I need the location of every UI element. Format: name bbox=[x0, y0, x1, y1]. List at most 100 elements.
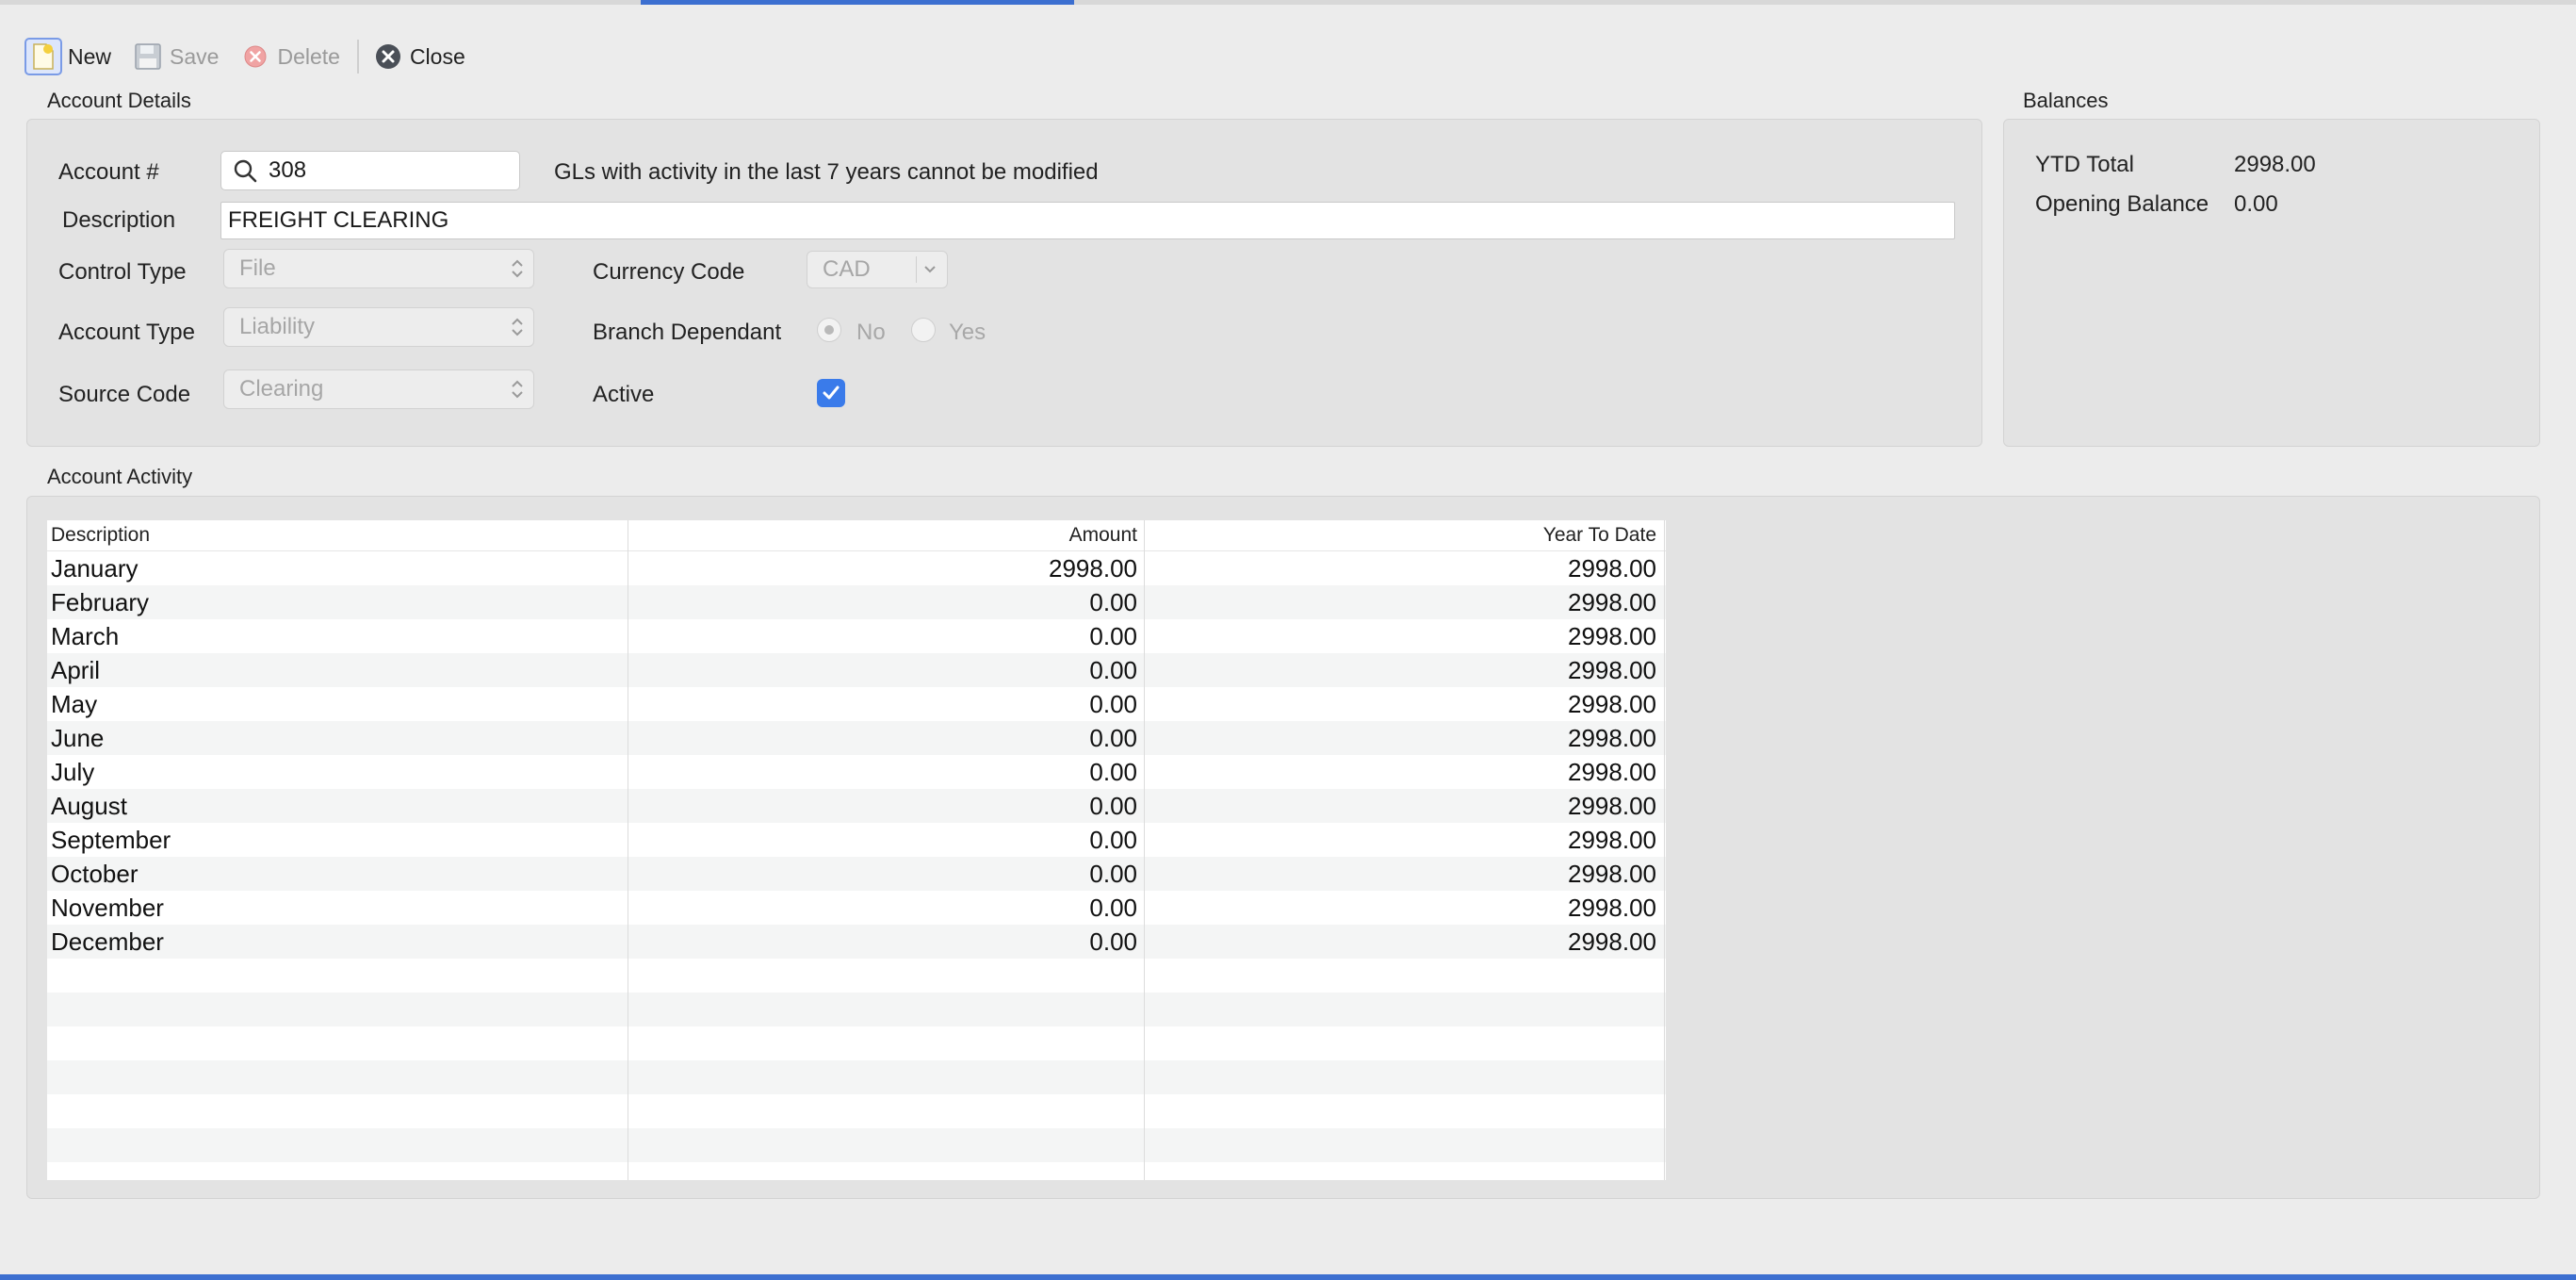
source-code-select[interactable]: Clearing bbox=[223, 369, 534, 409]
column-header-amount[interactable]: Amount bbox=[628, 520, 1137, 550]
balances-panel: YTD Total 2998.00 Opening Balance 0.00 bbox=[2003, 119, 2540, 447]
updown-chevron-icon bbox=[512, 380, 523, 399]
table-row[interactable]: March 0.00 2998.00 bbox=[47, 619, 1666, 653]
ytd-total-value: 2998.00 bbox=[2234, 152, 2316, 177]
table-row[interactable]: January 2998.00 2998.00 bbox=[47, 551, 1666, 585]
account-type-value: Liability bbox=[239, 314, 316, 339]
empty-table-row[interactable] bbox=[47, 993, 1666, 1026]
close-button-label: Close bbox=[409, 43, 465, 69]
cell-amount: 0.00 bbox=[1089, 860, 1137, 888]
table-row[interactable]: August 0.00 2998.00 bbox=[47, 789, 1666, 823]
delete-circle-icon bbox=[239, 41, 271, 73]
opening-balance-value: 0.00 bbox=[2234, 191, 2278, 217]
branch-yes-label: Yes bbox=[949, 320, 986, 345]
active-checkbox[interactable] bbox=[817, 379, 845, 407]
source-code-label: Source Code bbox=[58, 382, 191, 407]
ytd-total-label: YTD Total bbox=[2035, 152, 2134, 177]
branch-no-label: No bbox=[856, 320, 886, 345]
table-row[interactable]: September 0.00 2998.00 bbox=[47, 823, 1666, 857]
cell-year-to-date: 2998.00 bbox=[1568, 690, 1656, 718]
account-details-panel: Account # 308 GLs with activity in the l… bbox=[26, 119, 1982, 447]
table-row[interactable]: April 0.00 2998.00 bbox=[47, 653, 1666, 687]
cell-year-to-date: 2998.00 bbox=[1568, 588, 1656, 616]
table-header: Description Amount Year To Date bbox=[47, 520, 1666, 551]
account-activity-title: Account Activity bbox=[47, 465, 193, 488]
empty-table-row[interactable] bbox=[47, 1128, 1666, 1162]
cell-amount: 0.00 bbox=[1089, 894, 1137, 922]
cell-amount: 2998.00 bbox=[1049, 554, 1137, 583]
description-value: FREIGHT CLEARING bbox=[228, 207, 449, 233]
updown-chevron-icon bbox=[512, 318, 523, 336]
column-header-year-to-date[interactable]: Year To Date bbox=[1145, 520, 1656, 550]
description-label: Description bbox=[62, 207, 176, 233]
window-bottom-border bbox=[0, 1274, 2576, 1280]
empty-table-row[interactable] bbox=[47, 1026, 1666, 1060]
window-top-border bbox=[0, 0, 2576, 5]
branch-yes-radio[interactable] bbox=[911, 318, 936, 342]
opening-balance-label: Opening Balance bbox=[2035, 191, 2209, 217]
branch-dependant-label: Branch Dependant bbox=[593, 320, 782, 345]
account-number-field[interactable]: 308 bbox=[220, 151, 520, 190]
currency-code-value: CAD bbox=[823, 256, 871, 282]
cell-amount: 0.00 bbox=[1089, 690, 1137, 718]
active-label: Active bbox=[593, 382, 655, 407]
cell-year-to-date: 2998.00 bbox=[1568, 826, 1656, 854]
cell-description: June bbox=[51, 724, 105, 752]
cell-year-to-date: 2998.00 bbox=[1568, 792, 1656, 820]
cell-amount: 0.00 bbox=[1089, 622, 1137, 650]
currency-code-select[interactable]: CAD bbox=[807, 251, 948, 288]
balances-title: Balances bbox=[2023, 89, 2109, 112]
activity-table: Description Amount Year To Date January 2… bbox=[47, 520, 1666, 1180]
cell-year-to-date: 2998.00 bbox=[1568, 724, 1656, 752]
cell-year-to-date: 2998.00 bbox=[1568, 894, 1656, 922]
cell-description: March bbox=[51, 622, 120, 650]
empty-table-row[interactable] bbox=[47, 1060, 1666, 1094]
cell-description: February bbox=[51, 588, 150, 616]
save-button[interactable]: Save bbox=[128, 38, 222, 75]
empty-table-row[interactable] bbox=[47, 959, 1666, 993]
account-type-label: Account Type bbox=[58, 320, 195, 345]
cell-year-to-date: 2998.00 bbox=[1568, 622, 1656, 650]
branch-no-radio[interactable] bbox=[817, 318, 841, 342]
checkmark-icon bbox=[823, 386, 840, 400]
account-number-label: Account # bbox=[58, 159, 159, 185]
empty-table-row[interactable] bbox=[47, 1094, 1666, 1128]
table-row[interactable]: February 0.00 2998.00 bbox=[47, 585, 1666, 619]
cell-description: October bbox=[51, 860, 139, 888]
control-type-select[interactable]: File bbox=[223, 249, 534, 288]
control-type-value: File bbox=[239, 255, 276, 281]
new-button[interactable]: New bbox=[21, 38, 115, 75]
updown-chevron-icon bbox=[512, 259, 523, 278]
empty-table-row[interactable] bbox=[47, 1162, 1666, 1196]
save-button-label: Save bbox=[170, 43, 220, 69]
search-icon[interactable] bbox=[233, 158, 257, 183]
cell-description: September bbox=[51, 826, 171, 854]
table-row[interactable]: October 0.00 2998.00 bbox=[47, 857, 1666, 891]
table-row[interactable]: July 0.00 2998.00 bbox=[47, 755, 1666, 789]
cell-amount: 0.00 bbox=[1089, 758, 1137, 786]
cell-amount: 0.00 bbox=[1089, 724, 1137, 752]
cell-year-to-date: 2998.00 bbox=[1568, 554, 1656, 583]
column-header-description[interactable]: Description bbox=[51, 520, 150, 550]
account-type-select[interactable]: Liability bbox=[223, 307, 534, 347]
cell-description: November bbox=[51, 894, 164, 922]
column-divider bbox=[1664, 520, 1665, 1180]
new-button-label: New bbox=[68, 43, 112, 69]
description-field[interactable]: FREIGHT CLEARING bbox=[220, 202, 1955, 239]
cell-description: May bbox=[51, 690, 98, 718]
account-number-value: 308 bbox=[269, 157, 307, 183]
delete-button[interactable]: Delete bbox=[236, 38, 343, 75]
cell-amount: 0.00 bbox=[1089, 792, 1137, 820]
cell-description: December bbox=[51, 927, 164, 956]
table-row[interactable]: November 0.00 2998.00 bbox=[47, 891, 1666, 925]
table-row[interactable]: May 0.00 2998.00 bbox=[47, 687, 1666, 721]
close-circle-icon bbox=[372, 41, 404, 73]
cell-description: July bbox=[51, 758, 95, 786]
cell-description: August bbox=[51, 792, 127, 820]
close-button[interactable]: Close bbox=[368, 38, 469, 75]
floppy-disk-icon bbox=[132, 41, 164, 73]
window-top-accent bbox=[641, 0, 1074, 5]
table-row[interactable]: December 0.00 2998.00 bbox=[47, 925, 1666, 959]
table-row[interactable]: June 0.00 2998.00 bbox=[47, 721, 1666, 755]
cell-description: January bbox=[51, 554, 139, 583]
